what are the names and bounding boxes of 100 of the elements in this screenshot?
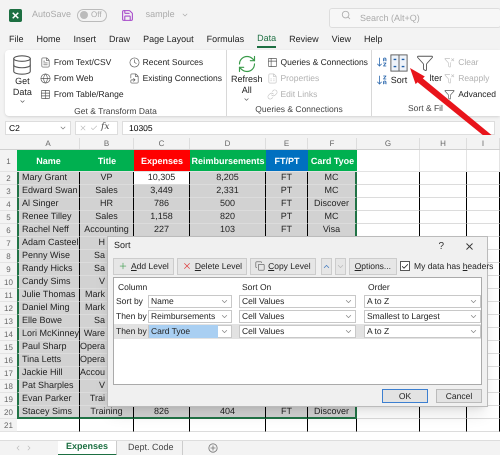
menu-tab[interactable]: File	[9, 32, 24, 48]
sheet-tab[interactable]: Expenses	[58, 440, 118, 455]
menu-tab[interactable]: Help	[364, 32, 383, 48]
column-dropdown[interactable]: Card Tyoe	[148, 325, 232, 338]
column-header[interactable]: C	[134, 138, 190, 149]
row-header[interactable]: 11	[0, 289, 17, 302]
row-header[interactable]: 15	[0, 341, 17, 354]
row-header[interactable]: 12	[0, 302, 17, 315]
menu-tab[interactable]: Formulas	[206, 32, 244, 48]
close-icon[interactable]	[464, 240, 475, 252]
row-header[interactable]: 16	[0, 354, 17, 367]
table-cell-text: Rachel Neff	[22, 223, 69, 236]
table-cell-text: Sa	[94, 262, 105, 276]
row-header[interactable]: 1	[0, 150, 17, 171]
header-cell: Name	[17, 150, 80, 171]
menu-tab[interactable]: Home	[36, 32, 61, 48]
ribbon-item[interactable]: From Text/CSV	[40, 54, 124, 70]
row-header[interactable]: 17	[0, 367, 17, 380]
row-header[interactable]: 9	[0, 263, 17, 276]
sort-on-dropdown[interactable]: Cell Values	[239, 325, 356, 338]
move-up-button[interactable]	[320, 258, 332, 274]
column-header[interactable]: B	[80, 138, 134, 149]
sort-ascending-icon[interactable]	[376, 56, 388, 68]
filter-label[interactable]: lter	[430, 73, 442, 83]
refresh-all-button[interactable]: Refresh All	[231, 54, 263, 103]
menu-tab[interactable]: Draw	[109, 32, 130, 48]
row-header[interactable]: 10	[0, 276, 17, 289]
table-cell-text: Discover	[314, 197, 349, 210]
ribbon-item[interactable]: Queries & Connections	[266, 54, 368, 70]
table-cell-text: MC	[324, 210, 338, 224]
dialog-button[interactable]: Cancel	[436, 389, 482, 403]
column-header[interactable]: A	[17, 138, 80, 149]
ribbon-item[interactable]: Advanced	[444, 86, 496, 102]
row-header[interactable]: 18	[0, 380, 17, 393]
options-button[interactable]: Options...	[348, 258, 398, 274]
row-header[interactable]: 14	[0, 328, 17, 341]
row-header[interactable]: 7	[0, 237, 17, 250]
ribbon-item[interactable]: Recent Sources	[128, 54, 222, 70]
column-header[interactable]: D	[190, 138, 266, 149]
toolbar-button[interactable]: Copy Level	[250, 258, 316, 274]
toolbar-button[interactable]: Delete Level	[176, 258, 248, 274]
search-field[interactable]: Search (Alt+Q)	[329, 8, 500, 28]
row-header[interactable]: 4	[0, 198, 17, 211]
headers-checkbox[interactable]: My data has headers	[400, 260, 494, 272]
save-icon[interactable]	[120, 8, 134, 22]
sort-level-row[interactable]: Sort by Name Cell Values A to Z	[114, 294, 481, 309]
menu-tab[interactable]: Data	[257, 32, 276, 48]
row-header[interactable]: 21	[0, 419, 17, 432]
ribbon-item[interactable]: From Table/Range	[40, 86, 124, 102]
table-cell-text: 103	[220, 223, 236, 236]
sort-level-row[interactable]: Then by Card Tyoe Cell Values A to Z	[114, 324, 481, 339]
column-header[interactable]: G	[357, 138, 420, 149]
ribbon-item-icon	[40, 72, 51, 84]
refresh-icon	[236, 54, 257, 74]
order-dropdown[interactable]: A to Z	[364, 295, 481, 308]
row-header[interactable]: 13	[0, 315, 17, 328]
table-cell-text: V	[98, 275, 105, 288]
column-dropdown[interactable]: Name	[148, 295, 232, 308]
column-header[interactable]: F	[308, 138, 357, 149]
table-cell-text: Mary Grant	[22, 171, 68, 184]
order-dropdown[interactable]: A to Z	[364, 325, 481, 338]
get-data-button[interactable]: Get Data	[9, 54, 36, 105]
ribbon-item[interactable]: Existing Connections	[128, 70, 222, 86]
formula-input[interactable]: 10305	[122, 121, 495, 135]
sort-level-row[interactable]: Then by Reimbursements Cell Values Smallest to Largest	[114, 309, 481, 324]
row-header[interactable]: 8	[0, 250, 17, 263]
column-dropdown[interactable]: Reimbursements	[148, 310, 232, 323]
row-header[interactable]: 5	[0, 211, 17, 224]
help-button[interactable]: ?	[438, 238, 444, 254]
filter-icon[interactable]	[416, 54, 434, 72]
table-cell-text: 500	[220, 197, 236, 210]
ribbon-item-icon	[444, 56, 456, 68]
column-header[interactable]: H	[420, 138, 467, 149]
sheet-tab[interactable]: Dept. Code	[120, 440, 183, 455]
dialog-button[interactable]: OK	[382, 389, 428, 403]
row-header[interactable]: 19	[0, 393, 17, 406]
group-label: Sort & Fil	[407, 102, 444, 115]
sort-button[interactable]: Sort	[390, 54, 408, 102]
sort-on-dropdown[interactable]: Cell Values	[239, 295, 356, 308]
row-header[interactable]: 6	[0, 224, 17, 237]
menu-tab[interactable]: Review	[289, 32, 319, 48]
row-header[interactable]: 2	[0, 172, 17, 185]
add-sheet-icon[interactable]	[208, 443, 218, 453]
row-header[interactable]: 20	[0, 406, 17, 419]
column-header[interactable]: I	[467, 138, 500, 149]
sort-on-dropdown[interactable]: Cell Values	[239, 310, 356, 323]
column-heading: Column	[117, 281, 148, 294]
cancel-icon	[79, 124, 87, 132]
function-label[interactable]: fx	[101, 121, 110, 135]
menu-tab[interactable]: View	[332, 32, 352, 48]
menu-tab[interactable]: Insert	[74, 32, 96, 48]
ribbon-item[interactable]: From Web	[40, 70, 124, 86]
order-dropdown[interactable]: Smallest to Largest	[364, 310, 481, 323]
toolbar-button[interactable]: Add Level	[113, 258, 174, 274]
column-header[interactable]: E	[266, 138, 308, 149]
sort-descending-icon[interactable]	[376, 74, 388, 86]
menu-tab[interactable]: Page Layout	[143, 32, 194, 48]
name-box[interactable]: C2	[5, 121, 71, 135]
row-header[interactable]: 3	[0, 185, 17, 198]
table-cell-text: FT	[281, 404, 292, 418]
